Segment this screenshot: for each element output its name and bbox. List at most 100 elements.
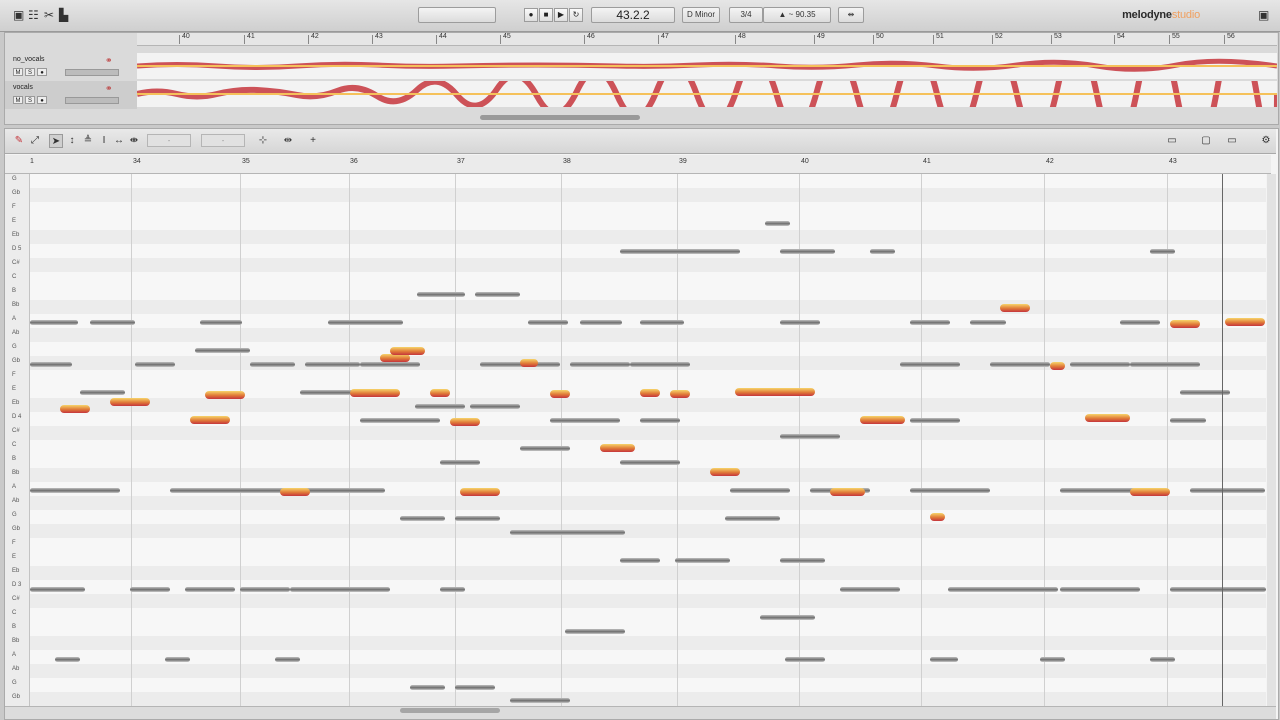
link-icon[interactable]: ⚭ bbox=[105, 55, 113, 66]
meter-icon[interactable]: ▙ bbox=[59, 8, 68, 22]
zoom-icon[interactable]: ▢ bbox=[1199, 134, 1213, 148]
note-blob[interactable] bbox=[135, 362, 175, 367]
waveform-lane-no-vocals[interactable] bbox=[136, 53, 1278, 79]
note-blob-selected[interactable] bbox=[190, 416, 230, 424]
amplitude-tool-icon[interactable]: I bbox=[97, 134, 111, 148]
note-blob[interactable] bbox=[510, 530, 625, 535]
note-blob[interactable] bbox=[250, 362, 295, 367]
note-blob[interactable] bbox=[620, 558, 660, 563]
note-blob[interactable] bbox=[415, 404, 465, 409]
fullscreen-icon[interactable]: ▣ bbox=[1258, 8, 1269, 22]
mixer-icon[interactable]: ☷ bbox=[28, 8, 39, 22]
note-blob[interactable] bbox=[570, 362, 630, 367]
note-blob[interactable] bbox=[305, 362, 360, 367]
note-blob[interactable] bbox=[290, 587, 390, 592]
note-blob-selected[interactable] bbox=[1130, 488, 1170, 496]
solo-button[interactable]: S bbox=[25, 96, 35, 104]
note-blob[interactable] bbox=[580, 320, 622, 325]
note-blob-selected[interactable] bbox=[1000, 304, 1030, 312]
note-blob-selected[interactable] bbox=[600, 444, 635, 452]
time-tool-icon[interactable]: ↔ bbox=[112, 134, 126, 148]
note-blob[interactable] bbox=[580, 418, 620, 423]
note-blob[interactable] bbox=[785, 657, 825, 662]
note-blob-selected[interactable] bbox=[380, 354, 410, 362]
note-blob[interactable] bbox=[620, 249, 740, 254]
note-blob[interactable] bbox=[400, 418, 440, 423]
zoom-out-icon[interactable]: ▭ bbox=[1165, 134, 1179, 148]
note-blob[interactable] bbox=[440, 460, 480, 465]
note-blob[interactable] bbox=[1070, 362, 1130, 367]
record-button[interactable]: ● bbox=[524, 8, 538, 22]
track-volume-fader[interactable] bbox=[65, 69, 119, 76]
track-vocals[interactable]: vocals ⚭ M S ● bbox=[5, 81, 137, 109]
note-blob-selected[interactable] bbox=[550, 390, 570, 398]
note-blob[interactable] bbox=[328, 320, 403, 325]
note-blob-selected[interactable] bbox=[520, 359, 538, 367]
time-grid-field[interactable]: - bbox=[201, 134, 245, 147]
note-blob[interactable] bbox=[565, 629, 625, 634]
note-blob[interactable] bbox=[440, 587, 465, 592]
pitch-tool-icon[interactable]: ✎ bbox=[12, 134, 26, 148]
note-blob[interactable] bbox=[30, 362, 72, 367]
note-blob-selected[interactable] bbox=[670, 390, 690, 398]
note-blob[interactable] bbox=[475, 292, 520, 297]
loop-button[interactable]: ↻ bbox=[569, 8, 583, 22]
note-blob[interactable] bbox=[528, 320, 568, 325]
note-blob[interactable] bbox=[200, 320, 242, 325]
note-blob-selected[interactable] bbox=[280, 488, 310, 496]
note-blob[interactable] bbox=[765, 221, 790, 226]
formant-tool-icon[interactable]: ≜ bbox=[81, 134, 95, 148]
link-icon[interactable]: ⚭ bbox=[105, 83, 113, 94]
note-blob[interactable] bbox=[1060, 587, 1140, 592]
volume-slider[interactable] bbox=[418, 7, 496, 23]
note-blob-selected[interactable] bbox=[1050, 362, 1065, 370]
sync-button[interactable]: ⇹ bbox=[838, 7, 864, 23]
note-blob[interactable] bbox=[1130, 362, 1200, 367]
note-blob[interactable] bbox=[1060, 488, 1140, 493]
note-blob-selected[interactable] bbox=[60, 405, 90, 413]
note-blob[interactable] bbox=[470, 404, 520, 409]
note-blob[interactable] bbox=[90, 320, 135, 325]
note-blob[interactable] bbox=[990, 362, 1050, 367]
quantize-icon[interactable]: ⇹ bbox=[281, 134, 295, 148]
note-blob[interactable] bbox=[780, 320, 820, 325]
note-blob-selected[interactable] bbox=[450, 418, 480, 426]
note-blob[interactable] bbox=[275, 657, 300, 662]
note-blob[interactable] bbox=[640, 320, 684, 325]
note-blob[interactable] bbox=[948, 587, 1058, 592]
note-blob[interactable] bbox=[130, 587, 170, 592]
note-blob[interactable] bbox=[165, 657, 190, 662]
note-blob[interactable] bbox=[455, 685, 495, 690]
waveform-lane-vocals[interactable] bbox=[136, 31, 1280, 157]
key-display[interactable]: D Minor bbox=[682, 7, 720, 23]
note-blob[interactable] bbox=[80, 390, 125, 395]
note-blob[interactable] bbox=[910, 418, 960, 423]
note-blob[interactable] bbox=[417, 292, 465, 297]
position-display[interactable]: 43.2.2 bbox=[591, 7, 675, 23]
note-blob[interactable] bbox=[55, 657, 80, 662]
note-blob-selected[interactable] bbox=[1170, 320, 1200, 328]
note-blob-selected[interactable] bbox=[460, 488, 500, 496]
note-blob[interactable] bbox=[520, 446, 570, 451]
note-blob[interactable] bbox=[360, 362, 420, 367]
pitch-drift-tool-icon[interactable]: ↕ bbox=[65, 134, 79, 148]
note-blob[interactable] bbox=[910, 320, 950, 325]
meter-display[interactable]: 3/4 bbox=[729, 7, 763, 23]
note-blob[interactable] bbox=[630, 362, 690, 367]
play-button[interactable]: ▶ bbox=[554, 8, 568, 22]
note-blob[interactable] bbox=[1170, 418, 1206, 423]
note-blob[interactable] bbox=[195, 348, 250, 353]
note-blob[interactable] bbox=[30, 320, 78, 325]
note-blob-selected[interactable] bbox=[830, 488, 865, 496]
pitch-ruler[interactable]: G Gb F E Eb D 5 C# C B Bb A Ab G Gb F E Eb D 4 C# C B Bb A Ab G G… bbox=[5, 174, 30, 706]
note-blob[interactable] bbox=[730, 488, 790, 493]
note-blob-selected[interactable] bbox=[350, 389, 400, 397]
note-blob-selected[interactable] bbox=[1225, 318, 1265, 326]
note-blob-selected[interactable] bbox=[205, 391, 245, 399]
separation-tool-icon[interactable]: ⇼ bbox=[127, 134, 141, 148]
note-blob[interactable] bbox=[930, 657, 958, 662]
note-blob[interactable] bbox=[1190, 488, 1265, 493]
stop-button[interactable]: ■ bbox=[539, 8, 553, 22]
note-blob[interactable] bbox=[30, 587, 85, 592]
note-blob[interactable] bbox=[780, 434, 840, 439]
